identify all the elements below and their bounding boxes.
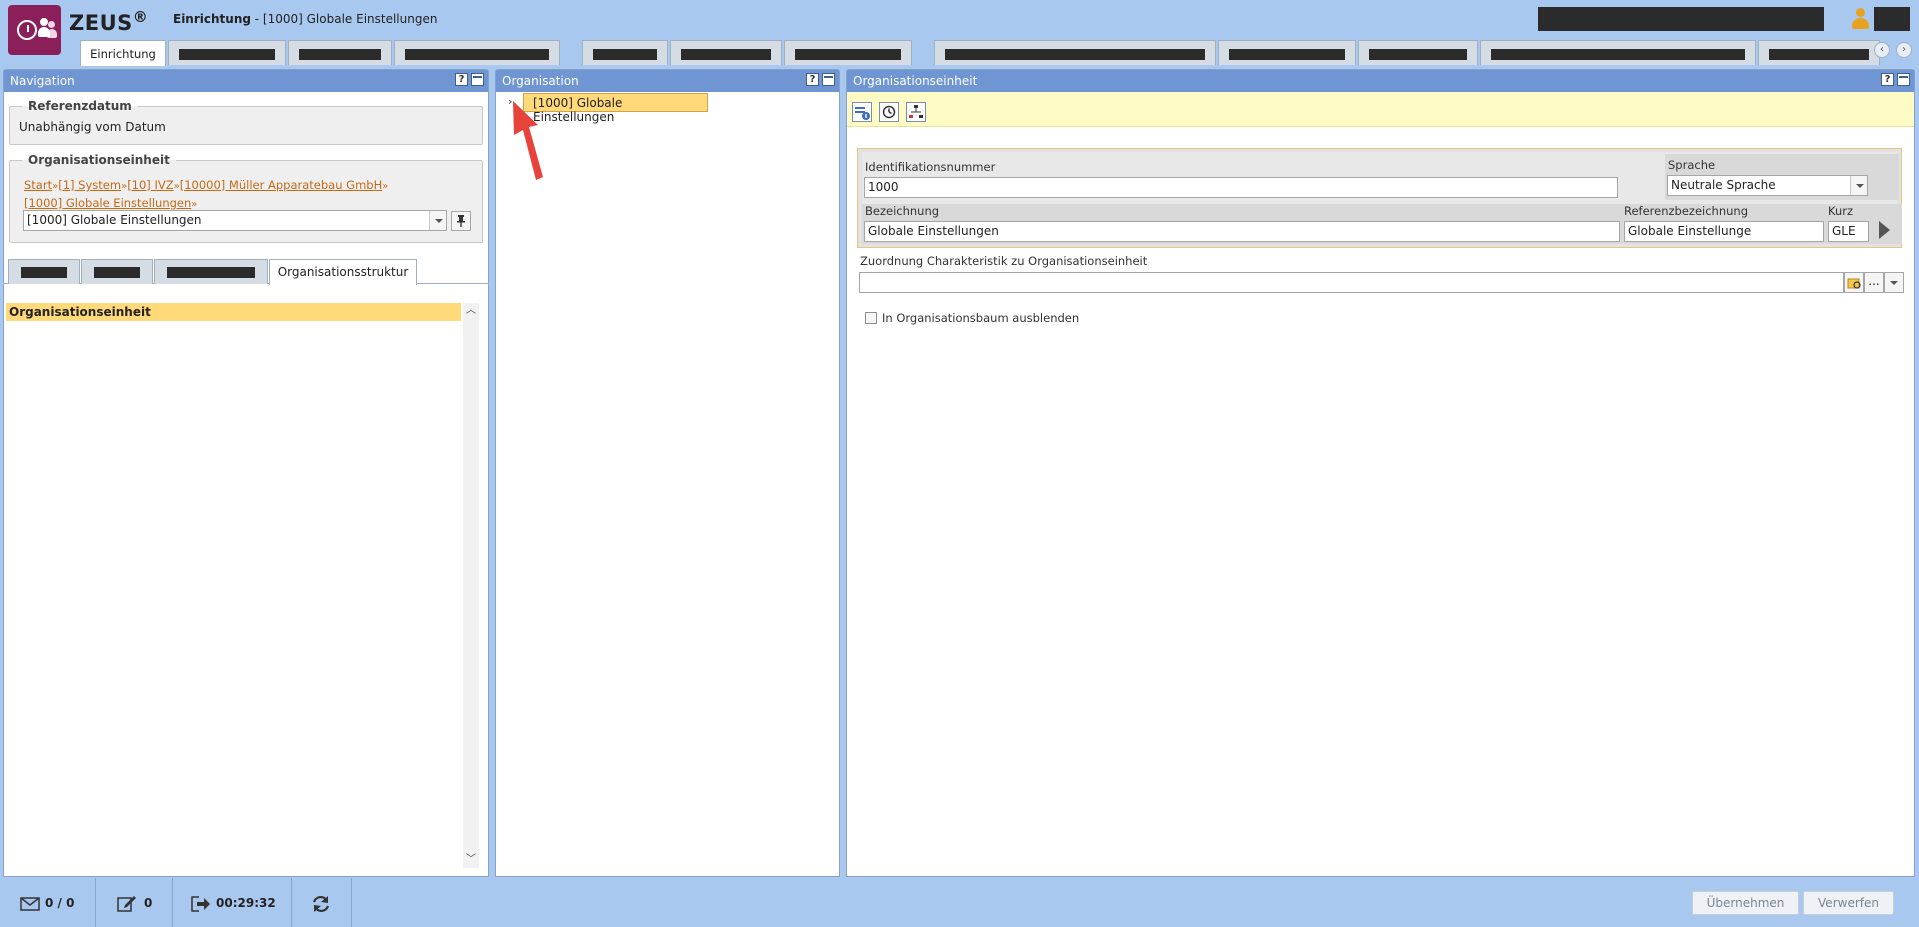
navigation-panel-title: Navigation xyxy=(10,74,75,88)
orgeinheit-select-value: [1000] Globale Einstellungen xyxy=(27,213,202,227)
navigation-panel-header: Navigation ? xyxy=(4,70,488,92)
apply-button[interactable]: Übernehmen xyxy=(1692,891,1799,915)
clock-icon xyxy=(17,20,37,40)
zuordnung-input[interactable] xyxy=(859,272,1844,293)
orgeinheit-select[interactable]: [1000] Globale Einstellungen xyxy=(23,210,447,231)
hierarchy-icon[interactable] xyxy=(906,102,926,122)
redacted-header-button[interactable] xyxy=(1874,7,1910,31)
bezeichnung-label: Bezeichnung xyxy=(865,204,940,218)
organisation-panel-header: Organisation ? xyxy=(496,70,839,92)
tab-redacted-10[interactable] xyxy=(1480,40,1756,65)
user-icon[interactable] xyxy=(1851,7,1869,31)
tab-redacted-11[interactable] xyxy=(1758,40,1880,65)
messages-count: 0 / 0 xyxy=(45,896,75,910)
referenzbezeichnung-input[interactable]: Globale Einstellunge xyxy=(1624,221,1824,242)
tab-scroll-right-icon[interactable]: › xyxy=(1896,42,1912,58)
kurz-label: Kurz xyxy=(1828,204,1854,218)
orgunit-panel-header: Organisationseinheit ? xyxy=(847,70,1914,92)
chevron-up-icon[interactable]: ︿ xyxy=(466,306,476,316)
session-timer: 00:29:32 xyxy=(216,896,276,910)
tasks-count: 0 xyxy=(144,896,153,910)
subtab-redacted-1[interactable] xyxy=(8,259,80,284)
discard-button[interactable]: Verwerfen xyxy=(1803,891,1894,915)
crumb-start[interactable]: Start xyxy=(24,178,52,192)
language-select-value: Neutrale Sprache xyxy=(1671,178,1776,192)
tab-redacted-8[interactable] xyxy=(1218,40,1356,65)
language-select[interactable]: Neutrale Sprache xyxy=(1667,175,1868,196)
kurz-input[interactable]: GLE xyxy=(1828,221,1869,242)
breadcrumb: Start»[1] System»[10] IVZ»[10000] Müller… xyxy=(24,178,389,210)
id-label: Identifikationsnummer xyxy=(865,160,996,174)
tab-redacted-3[interactable] xyxy=(394,40,560,65)
crumb-system[interactable]: [1] System xyxy=(58,178,121,192)
lookup-icon[interactable] xyxy=(1844,272,1864,293)
people-icon xyxy=(38,17,57,39)
language-label: Sprache xyxy=(1668,158,1716,172)
crumb-global[interactable]: [1000] Globale Einstellungen xyxy=(24,196,191,210)
bezeichnung-input[interactable]: Globale Einstellungen xyxy=(864,221,1620,242)
tab-redacted-7[interactable] xyxy=(934,40,1216,65)
main-tab-bar: Einrichtung xyxy=(80,40,1890,66)
refresh-icon[interactable] xyxy=(311,894,331,914)
list-header-organisationseinheit[interactable]: Organisationseinheit xyxy=(6,303,461,321)
window-icon[interactable] xyxy=(822,73,835,86)
id-input[interactable]: 1000 xyxy=(864,177,1618,198)
more-button[interactable]: ... xyxy=(1864,272,1884,293)
zuordnung-dropdown[interactable] xyxy=(1884,272,1904,293)
organisation-panel: Organisation ? xyxy=(495,69,840,877)
hide-in-tree-checkbox[interactable] xyxy=(865,312,877,324)
tab-redacted-5[interactable] xyxy=(670,40,782,65)
history-icon[interactable] xyxy=(879,102,899,122)
orgeinheit-legend: Organisationseinheit xyxy=(28,153,170,167)
crumb-ivz[interactable]: [10] IVZ xyxy=(127,178,173,192)
tab-redacted-4[interactable] xyxy=(582,40,668,65)
referenzdatum-value: Unabhängig vom Datum xyxy=(19,120,166,134)
help-icon[interactable]: ? xyxy=(806,73,819,86)
window-icon[interactable] xyxy=(471,73,484,86)
subtab-redacted-2[interactable] xyxy=(81,259,153,284)
edit-icon[interactable] xyxy=(117,894,137,912)
details-icon[interactable] xyxy=(852,102,872,122)
zuordnung-label: Zuordnung Charakteristik zu Organisation… xyxy=(860,254,1148,268)
chevron-down-icon[interactable]: ﹀ xyxy=(466,855,476,865)
orgunit-panel-title: Organisationseinheit xyxy=(853,74,978,88)
chevron-down-icon[interactable] xyxy=(429,211,446,230)
help-icon[interactable]: ? xyxy=(1881,73,1894,86)
hide-in-tree-label: In Organisationsbaum ausblenden xyxy=(882,311,1080,325)
red-arrow-icon xyxy=(513,101,543,180)
redacted-header-field xyxy=(1538,7,1824,31)
tab-redacted-2[interactable] xyxy=(288,40,392,65)
orgunit-toolbar xyxy=(847,92,1914,127)
brand-name: ZEUS® xyxy=(69,8,149,35)
page-title: Einrichtung - [1000] Globale Einstellung… xyxy=(173,12,438,26)
referenzdatum-legend: Referenzdatum xyxy=(28,99,132,113)
referenzbezeichnung-label: Referenzbezeichnung xyxy=(1624,204,1749,218)
tab-redacted-6[interactable] xyxy=(784,40,912,65)
subtab-redacted-3[interactable] xyxy=(154,259,268,284)
mail-icon[interactable] xyxy=(20,897,40,911)
pin-icon[interactable] xyxy=(451,211,471,231)
window-icon[interactable] xyxy=(1897,73,1910,86)
tree-node-global[interactable]: [1000] Globale Einstellungen xyxy=(523,93,708,124)
tab-redacted-1[interactable] xyxy=(168,40,286,65)
expand-right-icon[interactable] xyxy=(1878,221,1890,239)
chevron-down-icon[interactable] xyxy=(1885,273,1903,292)
subtab-organisationsstruktur[interactable]: Organisationsstruktur xyxy=(269,259,417,285)
chevron-down-icon[interactable] xyxy=(1850,176,1867,195)
organisation-panel-title: Organisation xyxy=(502,74,579,88)
help-icon[interactable]: ? xyxy=(455,73,468,86)
tab-einrichtung[interactable]: Einrichtung xyxy=(80,40,166,66)
crumb-mueller[interactable]: [10000] Müller Apparatebau GmbH xyxy=(180,178,383,192)
zeus-logo xyxy=(8,5,61,55)
logout-icon[interactable] xyxy=(191,896,211,912)
tab-scroll-left-icon[interactable]: ‹ xyxy=(1874,42,1890,58)
tab-redacted-9[interactable] xyxy=(1358,40,1478,65)
navigation-scrollbar[interactable]: ︿ ﹀ xyxy=(463,303,479,868)
